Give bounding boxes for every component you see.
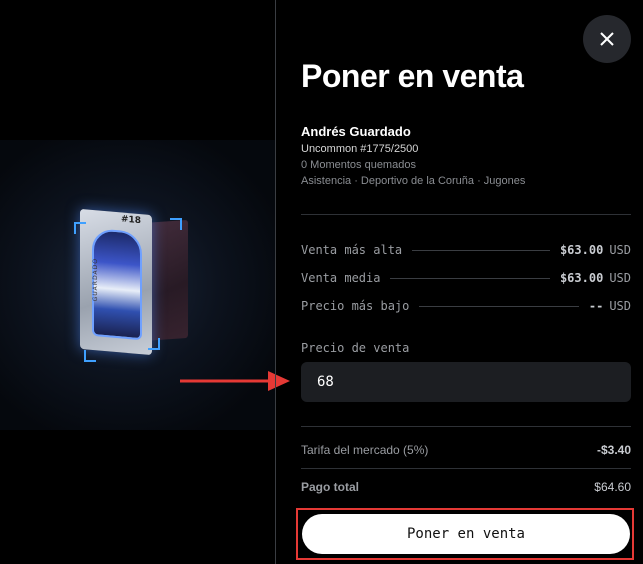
- stat-row-highest-sale: Venta más alta $63.00 USD: [301, 242, 631, 258]
- total-payout-value: $64.60: [594, 480, 631, 494]
- stat-value: $63.00: [559, 243, 604, 257]
- stat-leader-line: [412, 249, 550, 251]
- pane-divider: [275, 0, 276, 564]
- list-for-sale-button[interactable]: Poner en venta: [302, 514, 630, 554]
- market-fee-row: Tarifa del mercado (5%) -$3.40: [301, 443, 631, 457]
- player-details: Asistencia · Deportivo de la Coruña · Ju…: [301, 175, 526, 187]
- moment-card: #18 GUARDADO: [80, 208, 152, 356]
- card-preview-pane: #18 GUARDADO: [0, 0, 275, 564]
- price-label: Precio de venta: [301, 341, 410, 355]
- stat-unit: USD: [609, 271, 631, 285]
- stat-label: Venta más alta: [301, 243, 403, 257]
- stat-value: $63.00: [559, 271, 604, 285]
- glow-bracket-bottom-left: [84, 350, 96, 362]
- price-input[interactable]: 68: [301, 362, 631, 402]
- total-payout-label: Pago total: [301, 480, 360, 494]
- close-icon: [600, 32, 614, 46]
- annotation-arrow-icon: [180, 371, 290, 391]
- player-edition: Uncommon #1775/2500: [301, 143, 419, 155]
- stat-leader-line: [390, 277, 550, 279]
- price-input-value: 68: [317, 374, 334, 390]
- stat-label: Precio más bajo: [301, 299, 410, 313]
- card-player-name: GUARDADO: [92, 257, 100, 302]
- market-fee-label: Tarifa del mercado (5%): [301, 443, 429, 457]
- glow-bracket-top-left: [74, 222, 86, 234]
- divider: [301, 426, 631, 427]
- player-name: Andrés Guardado: [301, 124, 411, 139]
- stat-row-lowest-price: Precio más bajo -- USD: [301, 298, 631, 314]
- list-for-sale-label: Poner en venta: [406, 526, 525, 542]
- total-payout-row: Pago total $64.60: [301, 480, 631, 494]
- divider: [301, 468, 631, 469]
- stat-unit: USD: [609, 243, 631, 257]
- glow-bracket-top-right: [170, 218, 182, 230]
- stat-row-average-sale: Venta media $63.00 USD: [301, 270, 631, 286]
- stat-value: --: [588, 299, 604, 313]
- burned-moments: 0 Momentos quemados: [301, 159, 416, 171]
- glow-bracket-bottom-right: [148, 338, 160, 350]
- card-number: #18: [121, 214, 142, 227]
- stat-leader-line: [419, 305, 579, 307]
- player-portrait: [92, 227, 142, 341]
- dialog-title: Poner en venta: [301, 58, 524, 94]
- divider: [301, 214, 631, 215]
- stat-label: Venta media: [301, 271, 381, 285]
- stat-unit: USD: [609, 299, 631, 313]
- close-button[interactable]: [583, 15, 631, 63]
- market-fee-value: -$3.40: [596, 443, 631, 457]
